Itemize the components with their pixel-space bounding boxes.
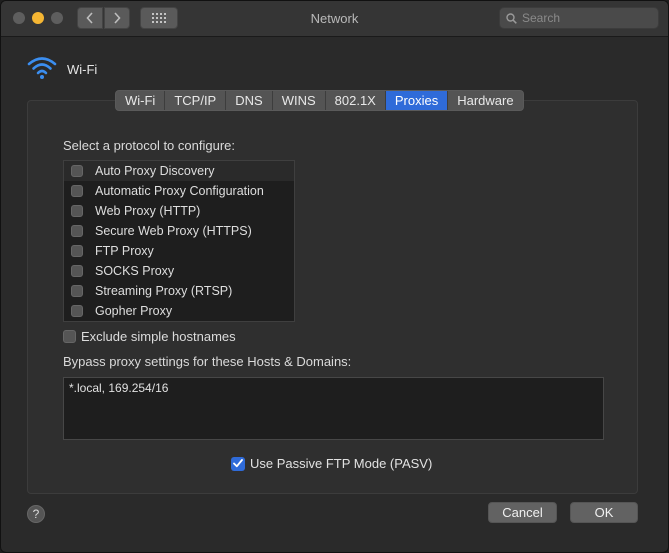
wifi-icon [27, 57, 57, 79]
search-placeholder: Search [522, 11, 561, 25]
ok-button[interactable]: OK [570, 502, 638, 523]
protocol-label: Streaming Proxy (RTSP) [95, 284, 233, 298]
protocol-checkbox[interactable] [71, 165, 83, 177]
protocol-row-ftp-proxy[interactable]: FTP Proxy [64, 241, 294, 261]
network-window: Network Search Wi-Fi Wi-Fi TCP/IP DNS WI… [0, 0, 669, 553]
protocol-row-automatic-proxy-configuration[interactable]: Automatic Proxy Configuration [64, 181, 294, 201]
tab-hardware[interactable]: Hardware [448, 91, 522, 110]
protocol-label: Secure Web Proxy (HTTPS) [95, 224, 252, 238]
protocol-checkbox[interactable] [71, 225, 83, 237]
checkmark-icon [233, 459, 243, 468]
tab-bar: Wi-Fi TCP/IP DNS WINS 802.1X Proxies Har… [115, 90, 524, 111]
passive-ftp-checkbox[interactable] [231, 456, 245, 471]
protocol-row-web-proxy[interactable]: Web Proxy (HTTP) [64, 201, 294, 221]
protocol-label: FTP Proxy [95, 244, 154, 258]
exclude-hostnames-checkbox[interactable] [63, 330, 76, 343]
protocol-checkbox[interactable] [71, 265, 83, 277]
passive-ftp-label: Use Passive FTP Mode (PASV) [250, 456, 433, 471]
protocol-label: SOCKS Proxy [95, 264, 175, 278]
protocol-row-secure-web-proxy[interactable]: Secure Web Proxy (HTTPS) [64, 221, 294, 241]
protocol-checkbox[interactable] [71, 185, 83, 197]
bypass-hosts-field[interactable]: *.local, 169.254/16 [63, 377, 604, 440]
protocol-label: Gopher Proxy [95, 304, 173, 318]
protocol-label: Automatic Proxy Configuration [95, 184, 264, 198]
protocol-label: Web Proxy (HTTP) [95, 204, 201, 218]
protocol-label: Auto Proxy Discovery [95, 164, 215, 178]
title-bar: Network Search [1, 1, 668, 37]
protocol-row-gopher-proxy[interactable]: Gopher Proxy [64, 301, 294, 321]
search-field[interactable]: Search [499, 7, 659, 29]
passive-ftp-mode[interactable]: Use Passive FTP Mode (PASV) [231, 456, 432, 471]
protocol-checkbox[interactable] [71, 305, 83, 317]
protocol-checkbox[interactable] [71, 245, 83, 257]
protocol-row-socks-proxy[interactable]: SOCKS Proxy [64, 261, 294, 281]
interface-name: Wi-Fi [67, 62, 98, 77]
protocol-list: Auto Proxy Discovery Automatic Proxy Con… [63, 160, 295, 322]
search-icon [506, 12, 517, 24]
cancel-button[interactable]: Cancel [488, 502, 557, 523]
exclude-simple-hostnames[interactable]: Exclude simple hostnames [63, 329, 236, 344]
protocol-row-streaming-proxy[interactable]: Streaming Proxy (RTSP) [64, 281, 294, 301]
select-protocol-label: Select a protocol to configure: [63, 138, 235, 153]
tab-proxies[interactable]: Proxies [385, 91, 449, 110]
tab-8021x[interactable]: 802.1X [326, 91, 386, 110]
bypass-label: Bypass proxy settings for these Hosts & … [63, 354, 352, 369]
tab-wins[interactable]: WINS [273, 91, 326, 110]
protocol-checkbox[interactable] [71, 285, 83, 297]
tab-dns[interactable]: DNS [226, 91, 273, 110]
tab-tcpip[interactable]: TCP/IP [165, 91, 227, 110]
exclude-hostnames-label: Exclude simple hostnames [81, 329, 236, 344]
help-button[interactable]: ? [27, 505, 45, 523]
tab-wifi[interactable]: Wi-Fi [116, 91, 166, 110]
protocol-checkbox[interactable] [71, 205, 83, 217]
protocol-row-auto-proxy-discovery[interactable]: Auto Proxy Discovery [64, 161, 294, 181]
